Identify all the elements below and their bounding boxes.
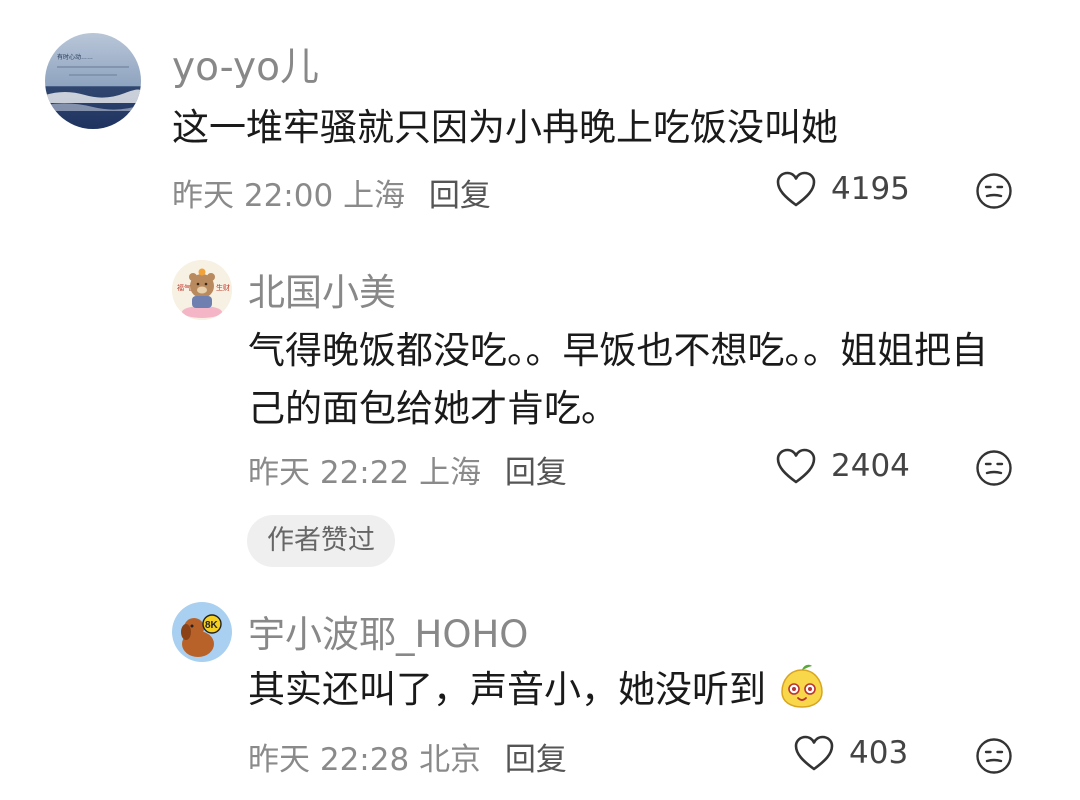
avatar-text-right: 生财 bbox=[216, 283, 230, 292]
comment-location: 北京 bbox=[419, 742, 482, 778]
avatar-caption: 有时心动…… bbox=[57, 53, 93, 61]
username[interactable]: yo-yo儿 bbox=[172, 36, 319, 92]
meh-face-icon[interactable] bbox=[975, 449, 1013, 487]
cute-fruit-emoji-icon bbox=[781, 664, 823, 708]
avatar-badge-text: 8K bbox=[205, 620, 219, 631]
comment-location: 上海 bbox=[343, 178, 406, 214]
heart-outline-icon bbox=[776, 448, 816, 484]
like-count: 403 bbox=[849, 735, 909, 771]
comment-text-body: 其实还叫了，声音小，她没听到 bbox=[248, 668, 766, 711]
meh-face-icon[interactable] bbox=[975, 737, 1013, 775]
like-count: 2404 bbox=[831, 448, 910, 484]
comment-date: 昨天 bbox=[248, 742, 310, 778]
comment-meta: 昨天 22:22 上海 回复 bbox=[248, 447, 567, 492]
author-liked-badge: 作者赞过 bbox=[247, 515, 395, 567]
like-button[interactable]: 4195 bbox=[775, 170, 910, 208]
meh-face-icon[interactable] bbox=[975, 172, 1013, 210]
comment-text: 其实还叫了，声音小，她没听到 bbox=[248, 662, 1018, 718]
dog-avatar-image: 8K bbox=[172, 602, 232, 662]
heart-outline-icon bbox=[776, 171, 816, 207]
comment-time: 22:28 bbox=[319, 742, 410, 778]
reply-button[interactable]: 回复 bbox=[505, 742, 567, 778]
bear-avatar-image: 福气 生财 bbox=[172, 260, 232, 320]
comment-text: 气得晚饭都没吃。。早饭也不想吃。。姐姐把自己的面包给她才肯吃。 bbox=[248, 329, 988, 430]
like-button[interactable]: 2404 bbox=[775, 447, 910, 485]
username[interactable]: 宇小波耶_HOHO bbox=[248, 604, 528, 658]
avatar[interactable]: 福气 生财 bbox=[172, 260, 232, 320]
comment-meta: 昨天 22:28 北京 回复 bbox=[248, 734, 567, 779]
comment-time: 22:00 bbox=[243, 178, 334, 214]
comment-meta: 昨天 22:00 上海 回复 bbox=[172, 170, 491, 215]
comment-location: 上海 bbox=[419, 455, 482, 491]
comment-date: 昨天 bbox=[248, 455, 310, 491]
comment-text: 这一堆牢骚就只因为小冉晚上吃饭没叫她 bbox=[172, 106, 838, 149]
avatar[interactable]: 8K bbox=[172, 602, 232, 662]
ocean-avatar-image: 有时心动…… bbox=[45, 33, 141, 129]
username[interactable]: 北国小美 bbox=[248, 262, 396, 316]
avatar[interactable]: 有时心动…… bbox=[45, 33, 141, 129]
like-count: 4195 bbox=[831, 171, 910, 207]
reply-button[interactable]: 回复 bbox=[429, 178, 491, 214]
comment-date: 昨天 bbox=[172, 178, 234, 214]
avatar-text-left: 福气 bbox=[177, 283, 191, 292]
reply-button[interactable]: 回复 bbox=[505, 455, 567, 491]
like-button[interactable]: 403 bbox=[793, 734, 908, 772]
comment-time: 22:22 bbox=[319, 455, 410, 491]
heart-outline-icon bbox=[794, 735, 834, 771]
